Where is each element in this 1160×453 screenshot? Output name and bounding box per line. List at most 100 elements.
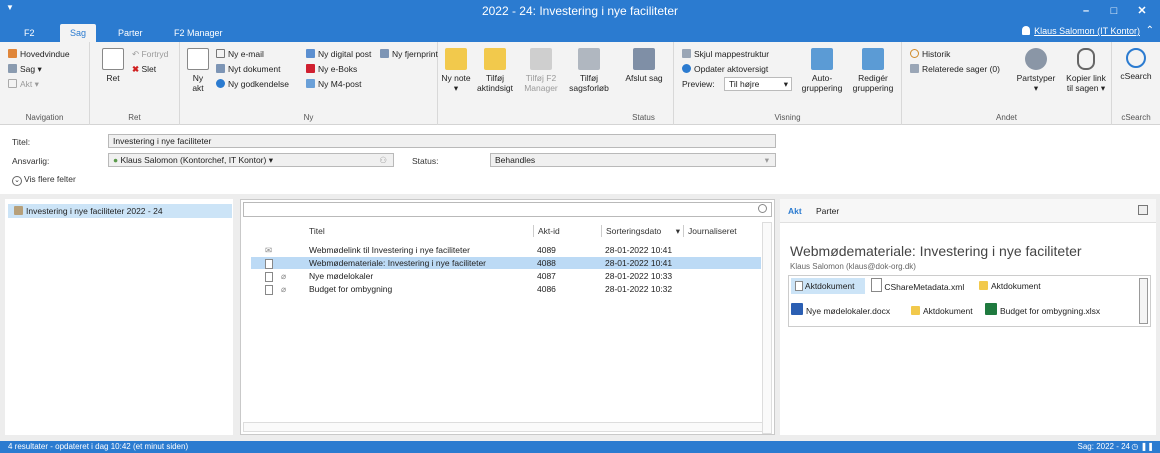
- preview-select[interactable]: Til højre ▾: [724, 77, 792, 91]
- titel-label: Titel:: [12, 137, 31, 147]
- user-icon: [1022, 26, 1031, 35]
- group-label: Navigation: [25, 113, 64, 122]
- csearch-button[interactable]: cSearch: [1114, 48, 1158, 81]
- tab-f2-manager[interactable]: F2 Manager: [164, 24, 233, 42]
- ny-fjernprint-button[interactable]: Ny fjernprint: [380, 49, 438, 60]
- popout-icon[interactable]: [1138, 205, 1148, 215]
- relaterede-sager-button[interactable]: Relaterede sager (0): [910, 64, 1000, 75]
- search-icon: [1126, 48, 1146, 68]
- preview-label: Preview:: [682, 79, 715, 89]
- tab-parter[interactable]: Parter: [816, 206, 839, 216]
- print-icon: [380, 49, 389, 58]
- people-picker-icon[interactable]: ⚇: [379, 154, 387, 166]
- ny-godkendelse-button[interactable]: Ny godkendelse: [216, 79, 289, 90]
- tilfoej-f2-manager-button[interactable]: Tilføj F2 Manager: [518, 48, 564, 93]
- document-icon: [795, 281, 803, 291]
- ribbon: Hovedvindue Sag ▾ Akt ▾ Navigation Ret ↶…: [0, 42, 1160, 125]
- ny-email-button[interactable]: Ny e-mail: [216, 49, 264, 60]
- row-title: Budget for ombygning: [309, 284, 393, 294]
- vertical-scrollbar[interactable]: [762, 222, 772, 434]
- status-dot-icon: ●: [113, 155, 121, 165]
- document-list: Titel Akt-id Sorteringsdato ▾ Journaliser…: [240, 199, 775, 435]
- digital-post-icon: [306, 49, 315, 58]
- group-ny: Ny akt Ny e-mail Nyt dokument Ny godkend…: [180, 42, 438, 125]
- opdater-aktoversigt-button[interactable]: Opdater aktoversigt: [682, 64, 768, 75]
- eboks-icon: [306, 64, 315, 73]
- nyt-dokument-button[interactable]: Nyt dokument: [216, 64, 280, 75]
- group-label: Andet: [996, 113, 1017, 122]
- ny-m4-post-button[interactable]: Ny M4-post: [306, 79, 361, 90]
- tab-sag[interactable]: Sag: [60, 24, 97, 42]
- status-text: 4 resultater - opdateret i dag 10:42 (et…: [8, 442, 189, 451]
- tab-parter[interactable]: Parter: [108, 24, 153, 42]
- titel-field[interactable]: Investering i nye faciliteter: [108, 134, 776, 148]
- attachment-item[interactable]: Nye mødelokaler.docx: [791, 303, 890, 318]
- column-header-titel[interactable]: Titel: [305, 225, 533, 237]
- attachment-item[interactable]: Aktdokument: [791, 278, 865, 294]
- horizontal-scrollbar[interactable]: [243, 422, 763, 432]
- fortryd-button[interactable]: ↶ Fortryd: [132, 49, 168, 60]
- edit-group-icon: [862, 48, 884, 70]
- afslut-sag-button[interactable]: Afslut sag: [622, 48, 666, 83]
- close-button[interactable]: ✕: [1132, 3, 1152, 19]
- hovedvindue-button[interactable]: Hovedvindue: [8, 49, 70, 60]
- rediger-gruppering-button[interactable]: Redigér gruppering: [850, 48, 896, 93]
- tab-akt[interactable]: Akt: [788, 206, 802, 216]
- table-row[interactable]: ⌀ Nye mødelokaler 4087 28-01-2022 10:33: [251, 270, 761, 282]
- attachment-item[interactable]: Budget for ombygning.xlsx: [985, 303, 1100, 318]
- column-header-sorteringsdato[interactable]: Sorteringsdato ▾: [601, 225, 683, 237]
- partstyper-button[interactable]: Partstyper ▾: [1014, 48, 1058, 93]
- expand-icon: ⌄: [12, 176, 22, 186]
- sag-dropdown-button[interactable]: Sag ▾: [8, 64, 42, 75]
- maximize-button[interactable]: □: [1104, 3, 1124, 19]
- preview-sender: Klaus Salomon (klaus@dok-org.dk): [790, 262, 916, 271]
- collapse-ribbon-icon[interactable]: ⌃: [1146, 25, 1154, 36]
- document-icon: [265, 272, 273, 282]
- user-link[interactable]: Klaus Salomon (IT Kontor): [1022, 26, 1140, 36]
- slet-button[interactable]: ✖ Slet: [132, 64, 156, 75]
- preview-pane: Akt Parter Webmødemateriale: Investering…: [780, 199, 1156, 435]
- ansvarlig-label: Ansvarlig:: [12, 156, 50, 166]
- attachment-item[interactable]: CShareMetadata.xml: [871, 278, 964, 294]
- tilfoej-sagsforloeb-button[interactable]: Tilføj sagsforløb: [566, 48, 612, 93]
- refresh-icon: [682, 64, 691, 73]
- ny-akt-button[interactable]: Ny akt: [186, 48, 210, 93]
- attachment-item[interactable]: Aktdokument: [979, 279, 1041, 293]
- historik-button[interactable]: Historik: [910, 49, 950, 60]
- status-select[interactable]: Behandles ▾: [490, 153, 776, 167]
- vertical-scrollbar[interactable]: [1139, 278, 1148, 324]
- case-icon: [8, 64, 17, 73]
- tilfoej-aktindsigt-button[interactable]: Tilføj aktindsigt: [474, 48, 516, 93]
- ret-button[interactable]: Ret: [98, 48, 128, 83]
- chevron-down-icon: ▾: [764, 155, 769, 165]
- row-akt-id: 4089: [537, 245, 556, 255]
- search-input[interactable]: [243, 202, 772, 217]
- window-titlebar: ▼ 2022 - 24: Investering i nye facilitet…: [0, 0, 1160, 22]
- akt-dropdown-button[interactable]: Akt ▾: [8, 79, 39, 90]
- kopier-link-button[interactable]: Kopier link til sagen ▾: [1062, 48, 1110, 93]
- column-header-journaliseret[interactable]: Journaliseret: [683, 225, 763, 237]
- tab-f2[interactable]: F2: [14, 24, 45, 42]
- minimize-button[interactable]: –: [1076, 3, 1096, 19]
- table-row[interactable]: ✉ Webmødelink til Investering i nye faci…: [251, 244, 761, 256]
- tree-item-case[interactable]: Investering i nye faciliteter 2022 - 24: [8, 204, 232, 218]
- table-row[interactable]: ⌀ Budget for ombygning 4086 28-01-2022 1…: [251, 283, 761, 295]
- aktindsigt-icon: [484, 48, 506, 70]
- skjul-mappestruktur-button[interactable]: Skjul mappestruktur: [682, 49, 769, 60]
- row-akt-id: 4086: [537, 284, 556, 294]
- home-icon: [8, 49, 17, 58]
- ansvarlig-field[interactable]: ● Klaus Salomon (Kontorchef, IT Kontor) …: [108, 153, 394, 167]
- group-ret: Ret ↶ Fortryd ✖ Slet Ret: [90, 42, 180, 125]
- ny-eboks-button[interactable]: Ny e-Boks: [306, 64, 357, 75]
- table-row[interactable]: Webmødemateriale: Investering i nye faci…: [251, 257, 761, 269]
- vis-flere-felter-button[interactable]: ⌄ Vis flere felter: [12, 174, 76, 186]
- group-label: Ny: [303, 113, 314, 122]
- column-header-akt-id[interactable]: Akt-id: [533, 225, 601, 237]
- auto-gruppering-button[interactable]: Auto-gruppering: [800, 48, 844, 93]
- group-visning: Skjul mappestruktur Opdater aktoversigt …: [674, 42, 902, 125]
- row-title: Nye mødelokaler: [309, 271, 374, 281]
- attachment-item[interactable]: Aktdokument: [911, 304, 973, 318]
- ny-digital-post-button[interactable]: Ny digital post: [306, 49, 371, 60]
- group-csearch: cSearch cSearch: [1112, 42, 1160, 125]
- ny-note-button[interactable]: Ny note ▾: [440, 48, 472, 93]
